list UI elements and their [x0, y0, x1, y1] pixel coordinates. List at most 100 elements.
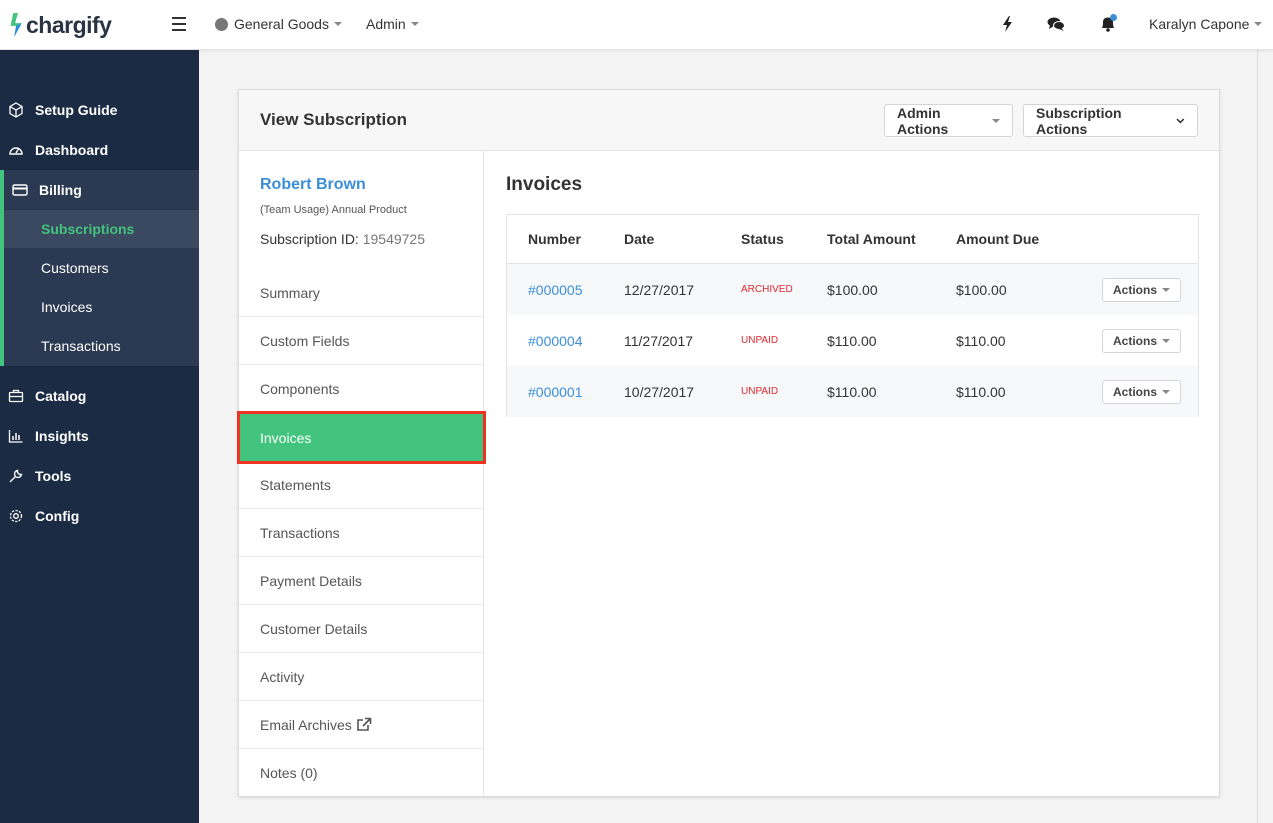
admin-label: Admin	[366, 16, 406, 32]
product-name: (Team Usage) Annual Product	[260, 204, 407, 216]
invoice-amount-due: $100.00	[956, 281, 1007, 298]
chevron-down-icon	[1176, 118, 1185, 124]
tab-email-archives[interactable]: Email Archives	[239, 701, 483, 749]
gear-icon	[9, 509, 23, 523]
invoice-total: $110.00	[827, 383, 877, 400]
tab-custom-fields[interactable]: Custom Fields	[239, 317, 483, 365]
tab-activity[interactable]: Activity	[239, 653, 483, 701]
lightning-icon[interactable]	[998, 14, 1018, 34]
status-badge: UNPAID	[741, 335, 779, 346]
bar-chart-icon	[8, 430, 23, 443]
customer-name-link[interactable]: Robert Brown	[260, 176, 366, 194]
row-actions-button[interactable]: Actions	[1102, 329, 1182, 353]
briefcase-icon	[8, 389, 24, 403]
tab-statements[interactable]: Statements	[239, 461, 483, 509]
invoice-amount-due: $110.00	[956, 332, 1006, 349]
brand-name: chargify	[26, 11, 112, 38]
chat-icon[interactable]	[1046, 14, 1066, 34]
tab-components[interactable]: Components	[239, 365, 483, 413]
subscription-actions-label: Subscription Actions	[1036, 104, 1122, 137]
admin-actions-button[interactable]: Admin Actions	[884, 104, 1013, 137]
user-menu[interactable]: Karalyn Capone	[1149, 16, 1263, 32]
column-header-status: Status	[741, 231, 784, 247]
invoice-number-link[interactable]: #000005	[528, 264, 583, 315]
user-name: Karalyn Capone	[1149, 16, 1250, 32]
invoice-date: 11/27/2017	[624, 332, 694, 349]
table-row: #000001 10/27/2017 UNPAID $110.00 $110.0…	[507, 366, 1198, 417]
invoice-amount-due: $110.00	[956, 383, 1006, 400]
subscription-card: View Subscription Admin Actions Subscrip…	[237, 89, 1220, 797]
invoice-number-link[interactable]: #000001	[528, 366, 583, 417]
tab-email-archives-label: Email Archives	[260, 716, 352, 733]
cube-icon	[9, 102, 23, 118]
tab-invoices[interactable]: Invoices	[237, 411, 486, 464]
invoice-total: $100.00	[827, 281, 878, 298]
column-header-amount-due: Amount Due	[956, 231, 1040, 247]
invoices-panel: Invoices Number Date Status Total Amount…	[485, 151, 1219, 796]
row-actions-button[interactable]: Actions	[1102, 380, 1182, 404]
caret-down-icon	[992, 118, 1000, 123]
top-navbar: chargify General Goods Admin Karalyn Cap…	[0, 0, 1273, 50]
subscription-id: Subscription ID: 19549725	[260, 231, 425, 247]
sidebar-item-transactions[interactable]: Transactions	[4, 327, 199, 365]
row-actions-button[interactable]: Actions	[1102, 278, 1182, 302]
row-actions-label: Actions	[1113, 334, 1158, 348]
notification-bell-icon[interactable]	[1098, 14, 1118, 34]
tab-summary[interactable]: Summary	[239, 269, 483, 317]
site-name: General Goods	[234, 16, 329, 32]
sidebar-item-invoices[interactable]: Invoices	[4, 288, 199, 326]
site-status-dot	[215, 17, 228, 31]
subscription-nav: Robert Brown (Team Usage) Annual Product…	[237, 151, 486, 797]
column-header-date: Date	[624, 231, 655, 247]
sidebar-item-insights[interactable]: Insights	[0, 416, 199, 456]
caret-down-icon	[333, 22, 342, 26]
hamburger-menu-icon[interactable]	[172, 17, 186, 31]
sidebar-item-label: Insights	[35, 428, 89, 444]
sidebar-item-customers[interactable]: Customers	[4, 249, 199, 287]
admin-menu[interactable]: Admin	[366, 16, 419, 32]
caret-down-icon	[1162, 339, 1171, 343]
caret-down-icon	[1162, 390, 1171, 394]
sidebar-item-label: Config	[35, 508, 80, 524]
tab-notes[interactable]: Notes (0)	[239, 749, 483, 797]
gauge-icon	[9, 147, 23, 155]
tab-transactions[interactable]: Transactions	[239, 509, 483, 557]
table-row: #000004 11/27/2017 UNPAID $110.00 $110.0…	[507, 315, 1198, 366]
sidebar-item-label: Billing	[39, 182, 82, 198]
site-selector[interactable]: General Goods	[215, 16, 342, 32]
sidebar-item-catalog[interactable]: Catalog	[0, 376, 199, 416]
scrollbar-track[interactable]	[1257, 50, 1258, 823]
sidebar-item-tools[interactable]: Tools	[0, 456, 199, 496]
sidebar: Setup Guide Dashboard Billing Subscripti…	[0, 50, 199, 823]
invoice-number-link[interactable]: #000004	[528, 315, 583, 366]
subscription-id-value: 19549725	[362, 231, 426, 247]
admin-actions-label: Admin Actions	[897, 104, 949, 137]
logo-bolt-icon	[10, 13, 22, 37]
sidebar-item-billing[interactable]: Billing	[0, 170, 199, 210]
subscription-id-label: Subscription ID:	[260, 231, 359, 247]
wrench-icon	[9, 469, 23, 483]
external-link-icon	[357, 717, 372, 731]
row-actions-label: Actions	[1113, 283, 1158, 297]
tab-payment-details[interactable]: Payment Details	[239, 557, 483, 605]
tab-customer-details[interactable]: Customer Details	[239, 605, 483, 653]
invoice-total: $110.00	[827, 332, 877, 349]
invoices-table: Number Date Status Total Amount Amount D…	[506, 214, 1199, 417]
sidebar-item-dashboard[interactable]: Dashboard	[0, 130, 199, 170]
invoice-date: 12/27/2017	[624, 281, 695, 298]
sidebar-item-subscriptions[interactable]: Subscriptions	[4, 210, 199, 248]
chargify-logo[interactable]: chargify	[10, 11, 112, 39]
invoices-heading: Invoices	[506, 174, 583, 195]
subscription-actions-button[interactable]: Subscription Actions	[1023, 104, 1198, 137]
sidebar-item-setup-guide[interactable]: Setup Guide	[0, 90, 199, 130]
sidebar-item-label: Catalog	[35, 388, 87, 404]
table-row: #000005 12/27/2017 ARCHIVED $100.00 $100…	[507, 264, 1198, 315]
sidebar-item-label: Dashboard	[35, 142, 109, 158]
caret-down-icon	[1162, 288, 1171, 292]
column-header-number: Number	[528, 231, 581, 247]
caret-down-icon	[1254, 22, 1263, 26]
row-actions-label: Actions	[1113, 385, 1158, 399]
credit-card-icon	[12, 184, 28, 196]
sidebar-item-config[interactable]: Config	[0, 496, 199, 536]
caret-down-icon	[410, 22, 419, 26]
